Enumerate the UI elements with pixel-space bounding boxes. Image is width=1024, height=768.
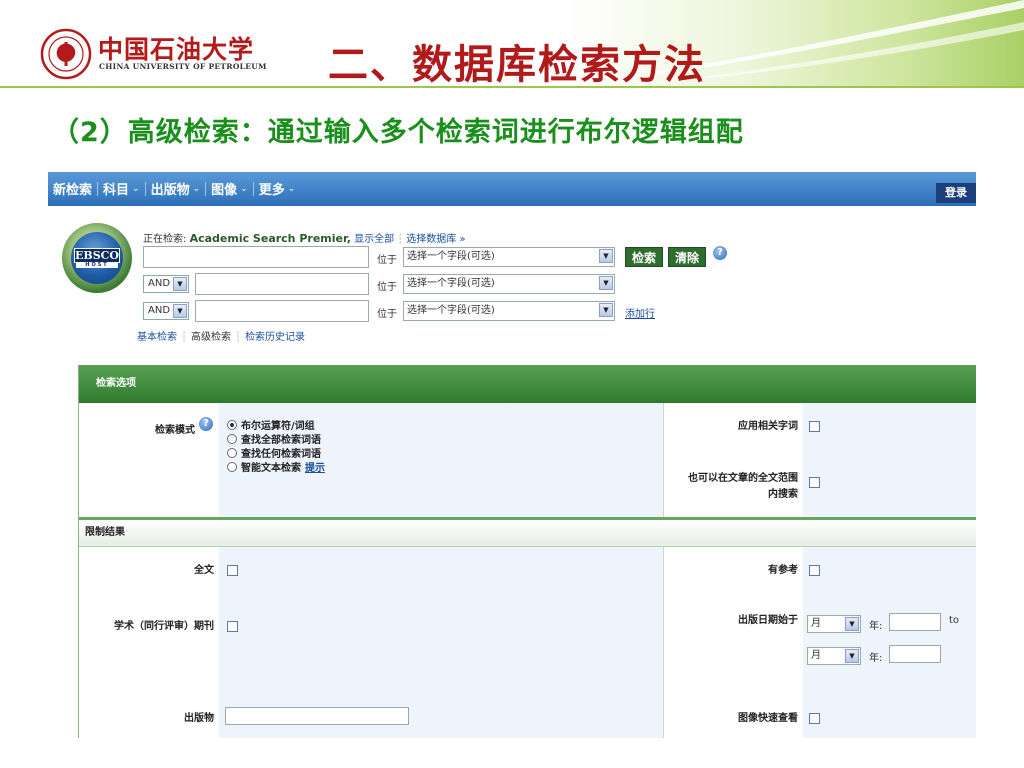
mode-all-terms[interactable]: 查找全部检索词语 [227, 431, 321, 446]
ebsco-logo-text: EBSCO [74, 248, 120, 263]
dropdown-arrow-icon: ▼ [599, 249, 613, 263]
publication-label: 出版物 [184, 713, 214, 724]
radio-icon [227, 461, 237, 472]
pub-date-label: 出版日期始于 [738, 615, 798, 626]
limit-results-header: 限制结果 [79, 517, 976, 547]
hint-link[interactable]: 提示 [305, 459, 325, 474]
basic-search-link[interactable]: 基本检索 [137, 332, 177, 343]
end-year-input[interactable] [889, 645, 941, 663]
nav-images[interactable]: 图像 ⌄ [206, 179, 253, 198]
top-navbar: 新检索 科目 ⌄ 出版物 ⌄ 图像 ⌄ 更多 ⌄ 登录 [48, 172, 976, 206]
search-row-1: 位于 选择一个字段(可选) ▼ 检索 清除 ? [143, 246, 743, 268]
fulltext-checkbox[interactable] [227, 565, 238, 576]
clear-button[interactable]: 清除 [668, 247, 706, 267]
search-mode-links: 基本检索 ┆ 高级检索 ┆ 检索历史记录 [137, 332, 306, 343]
mode-boolean[interactable]: 布尔运算符/词组 [227, 417, 315, 432]
add-row-link[interactable]: 添加行 [625, 305, 655, 320]
search-mode-label: 检索模式 [155, 425, 195, 436]
chevron-down-icon: ⌄ [132, 183, 140, 194]
related-words-label: 应用相关字词 [738, 421, 798, 432]
field-select-1[interactable]: 选择一个字段(可选) ▼ [403, 247, 615, 267]
slide: 中国石油大学 CHINA UNIVERSITY OF PETROLEUM 二、数… [0, 0, 1024, 768]
search-options-header: 检索选项 [79, 365, 976, 403]
end-month-select[interactable]: 月 ▼ [807, 647, 861, 665]
university-seal-icon [40, 28, 92, 80]
publication-input[interactable] [225, 707, 409, 725]
searching-line: 正在检索: Academic Search Premier, 显示全部 ┆ 选择数据… [143, 232, 466, 245]
dropdown-arrow-icon: ▼ [845, 617, 859, 631]
search-mode-options: 布尔运算符/词组 查找全部检索词语 查找任何检索词语 智能文本检索 提示 [219, 403, 663, 517]
in-field-label: 位于 [377, 309, 397, 320]
image-quick-view-label: 图像快速查看 [738, 713, 798, 724]
slide-title: 二、数据库检索方法 [328, 42, 706, 88]
search-row-3: AND ▼ 位于 选择一个字段(可选) ▼ 添加行 [143, 300, 743, 322]
fulltext-search-checkbox[interactable] [809, 477, 820, 488]
ebsco-screenshot: 新检索 科目 ⌄ 出版物 ⌄ 图像 ⌄ 更多 ⌄ 登录 EBSCO HOST 正在检索:… [48, 172, 976, 738]
show-all-link[interactable]: 显示全部 [354, 234, 394, 245]
chevron-down-icon: ⌄ [287, 183, 296, 194]
references-checkbox[interactable] [809, 565, 820, 576]
dropdown-arrow-icon: ▼ [845, 649, 859, 663]
boolean-select-2[interactable]: AND ▼ [143, 275, 189, 293]
login-button[interactable]: 登录 [936, 183, 976, 203]
dropdown-arrow-icon: ▼ [173, 277, 187, 291]
start-year-input[interactable] [889, 613, 941, 631]
university-name-cn: 中国石油大学 [98, 35, 255, 64]
year-label: 年: [869, 653, 883, 664]
references-label: 有参考 [768, 565, 798, 576]
search-options-panel: 检索选项 检索模式 ? 布尔运算符/词组 查找全部检索词语 查找任何检索词语 智… [78, 365, 976, 738]
advanced-search-current: 高级检索 [191, 332, 232, 343]
fulltext-search-label: 也可以在文章的全文范围 内搜索 [688, 473, 798, 500]
choose-database-link[interactable]: 选择数据库 » [406, 234, 465, 245]
field-select-3[interactable]: 选择一个字段(可选) ▼ [403, 301, 615, 321]
search-history-link[interactable]: 检索历史记录 [245, 332, 305, 343]
mode-any-terms[interactable]: 查找任何检索词语 [227, 445, 321, 460]
related-words-checkbox[interactable] [809, 421, 820, 432]
search-term-input-2[interactable] [195, 273, 369, 295]
university-name-en: CHINA UNIVERSITY OF PETROLEUM [99, 62, 267, 71]
slide-subtitle: （2）高级检索：通过输入多个检索词进行布尔逻辑组配 [52, 117, 744, 148]
searching-label: 正在检索: [143, 234, 190, 245]
dropdown-arrow-icon: ▼ [599, 276, 613, 290]
nav-subjects[interactable]: 科目 ⌄ [98, 179, 145, 198]
radio-icon [227, 447, 237, 458]
nav-new-search[interactable]: 新检索 [48, 179, 97, 198]
help-icon[interactable]: ? [199, 417, 213, 431]
radio-icon [227, 433, 237, 444]
chevron-down-icon: ⌄ [240, 183, 248, 194]
nav-publications[interactable]: 出版物 ⌄ [146, 179, 206, 198]
ebsco-logo-subtext: HOST [76, 262, 118, 268]
scholarly-checkbox[interactable] [227, 621, 238, 632]
search-term-input-3[interactable] [195, 300, 369, 322]
ebsco-host-logo: EBSCO HOST [62, 223, 132, 293]
search-term-input-1[interactable] [143, 246, 369, 268]
field-select-2[interactable]: 选择一个字段(可选) ▼ [403, 274, 615, 294]
year-label: 年: [869, 621, 883, 632]
radio-selected-icon [227, 419, 237, 430]
nav-more[interactable]: 更多 ⌄ [254, 179, 301, 198]
to-label: to [949, 615, 960, 626]
fulltext-label: 全文 [194, 565, 214, 576]
chevron-down-icon: ⌄ [192, 183, 201, 194]
boolean-select-3[interactable]: AND ▼ [143, 302, 189, 320]
scholarly-journals-label: 学术（同行评审）期刊 [114, 621, 214, 632]
dropdown-arrow-icon: ▼ [599, 303, 613, 317]
search-row-2: AND ▼ 位于 选择一个字段(可选) ▼ [143, 273, 743, 295]
in-field-label: 位于 [377, 255, 397, 266]
database-name: Academic Search Premier, [189, 232, 351, 245]
help-icon[interactable]: ? [713, 246, 727, 260]
in-field-label: 位于 [377, 282, 397, 293]
dropdown-arrow-icon: ▼ [173, 304, 187, 318]
search-button[interactable]: 检索 [625, 247, 663, 267]
image-quick-view-checkbox[interactable] [809, 713, 820, 724]
mode-smart-text[interactable]: 智能文本检索 提示 [227, 459, 325, 474]
start-month-select[interactable]: 月 ▼ [807, 615, 861, 633]
